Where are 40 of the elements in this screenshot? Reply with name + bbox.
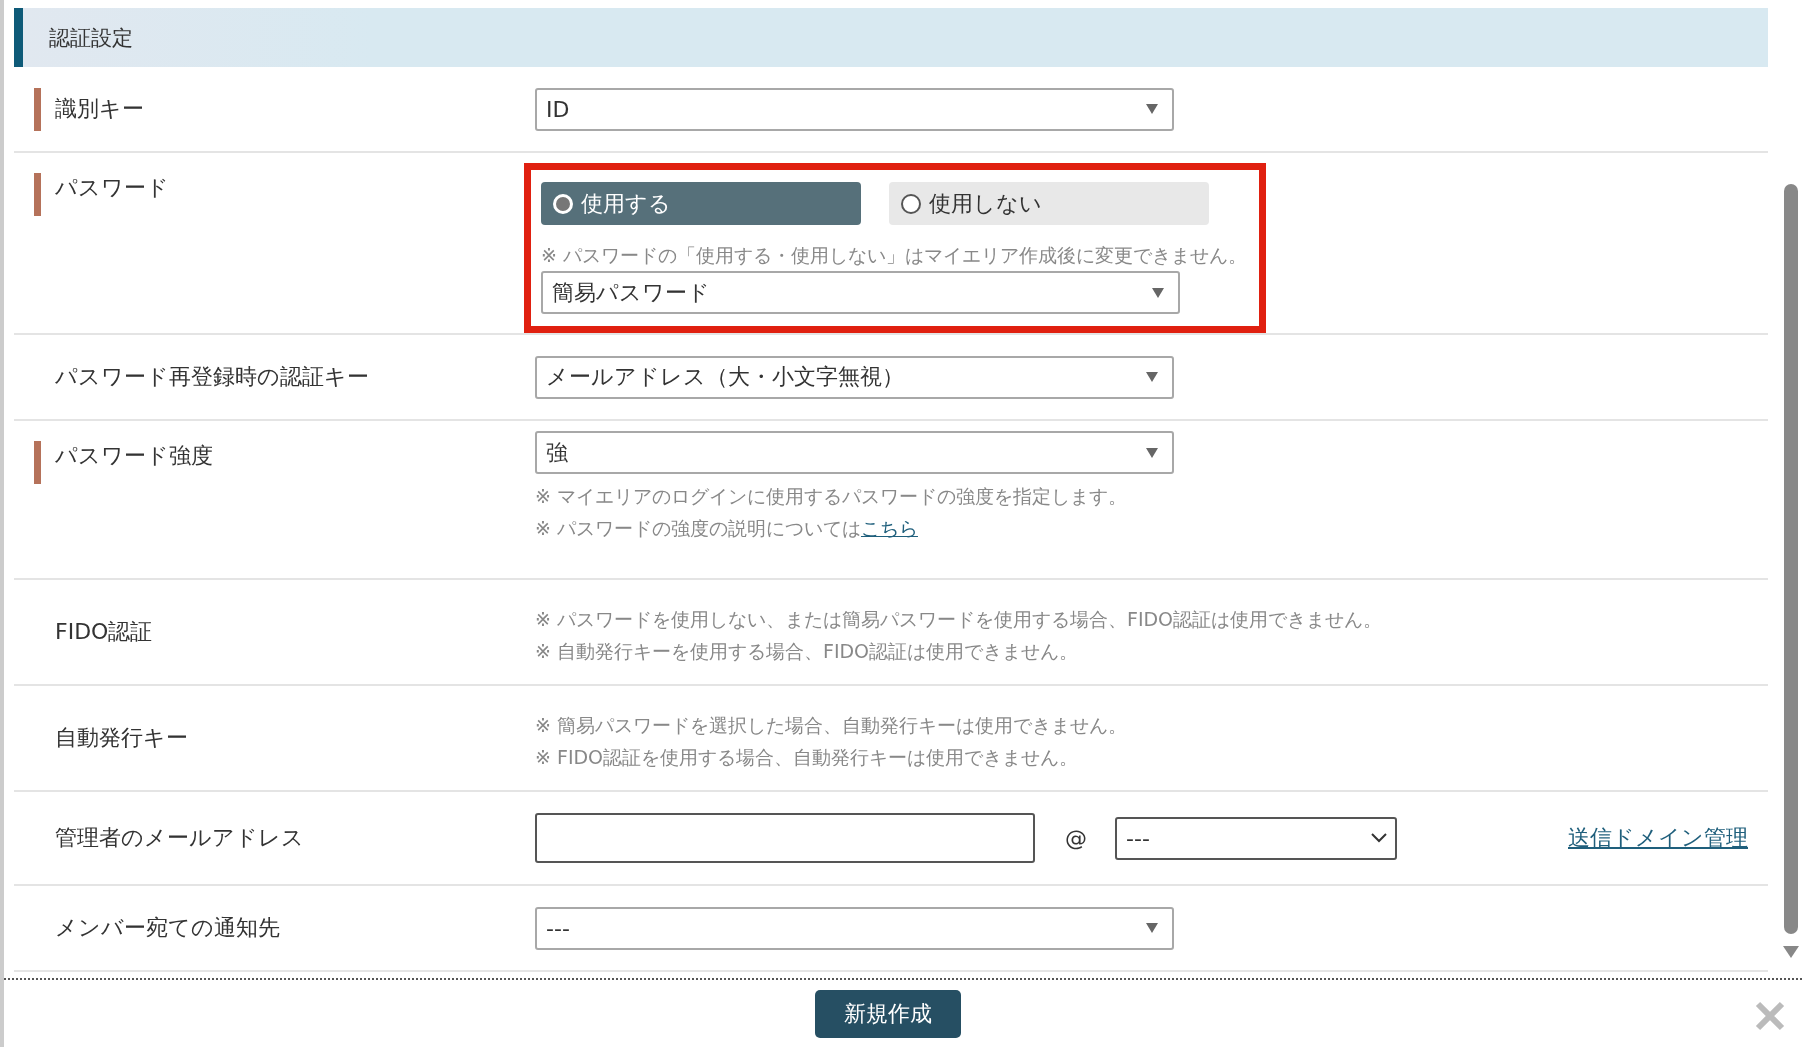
- field-label: 管理者のメールアドレス: [55, 824, 304, 852]
- close-icon[interactable]: [1754, 1000, 1786, 1032]
- note-text: ※ マイエリアのログインに使用するパスワードの強度を指定します。: [535, 484, 1128, 509]
- radio-icon: [901, 193, 921, 214]
- scroll-down-arrow-icon[interactable]: [1783, 946, 1799, 958]
- link[interactable]: こちら: [860, 517, 918, 539]
- select-field[interactable]: 強: [535, 431, 1174, 474]
- create-button[interactable]: 新規作成: [815, 989, 961, 1038]
- scrollbar-thumb[interactable]: [1784, 184, 1798, 934]
- note-text: ※ 自動発行キーを使用する場合、FIDO認証は使用できません。: [535, 639, 1080, 664]
- link[interactable]: 送信ドメイン管理: [1568, 823, 1748, 853]
- note-text: ※ FIDO認証を使用する場合、自動発行キーは使用できません。: [535, 745, 1080, 770]
- radio-option[interactable]: 使用する: [541, 182, 861, 225]
- select-field[interactable]: ---: [535, 906, 1174, 950]
- dropdown-arrow-icon: [1146, 447, 1158, 458]
- at-sign: @: [1065, 825, 1087, 851]
- field-label: FIDO認証: [55, 618, 153, 646]
- dropdown-arrow-icon: [1146, 372, 1158, 382]
- field-label: メンバー宛ての通知先: [55, 914, 280, 942]
- select-field[interactable]: ID: [535, 87, 1174, 131]
- field-label: 識別キー: [55, 95, 144, 123]
- section-header: 認証設定: [14, 8, 1768, 67]
- select-field[interactable]: 簡易パスワード: [541, 271, 1180, 314]
- field-label: パスワード再登録時の認証キー: [55, 363, 369, 391]
- radio-option[interactable]: 使用しない: [889, 182, 1209, 225]
- radio-icon: [553, 193, 573, 214]
- chevron-down-icon: [1371, 833, 1387, 843]
- field-label: 自動発行キー: [55, 724, 188, 752]
- note-text: ※ パスワードの強度の説明についてはこちら: [535, 516, 919, 541]
- field-label: パスワード強度: [55, 442, 213, 470]
- dropdown-arrow-icon: [1146, 923, 1158, 933]
- dropdown-arrow-icon: [1152, 287, 1164, 298]
- domain-select[interactable]: ---: [1115, 816, 1397, 860]
- field-label: パスワード: [55, 174, 169, 202]
- dropdown-arrow-icon: [1146, 104, 1158, 114]
- note-text: ※ 簡易パスワードを選択した場合、自動発行キーは使用できません。: [535, 713, 1128, 738]
- note-text: ※ パスワードの「使用する・使用しない」はマイエリア作成後に変更できません。: [541, 243, 1247, 268]
- email-input[interactable]: [535, 813, 1035, 863]
- note-text: ※ パスワードを使用しない、または簡易パスワードを使用する場合、FIDO認証は使用できません。: [535, 607, 1384, 632]
- select-field[interactable]: メールアドレス（大・小文字無視）: [535, 355, 1174, 399]
